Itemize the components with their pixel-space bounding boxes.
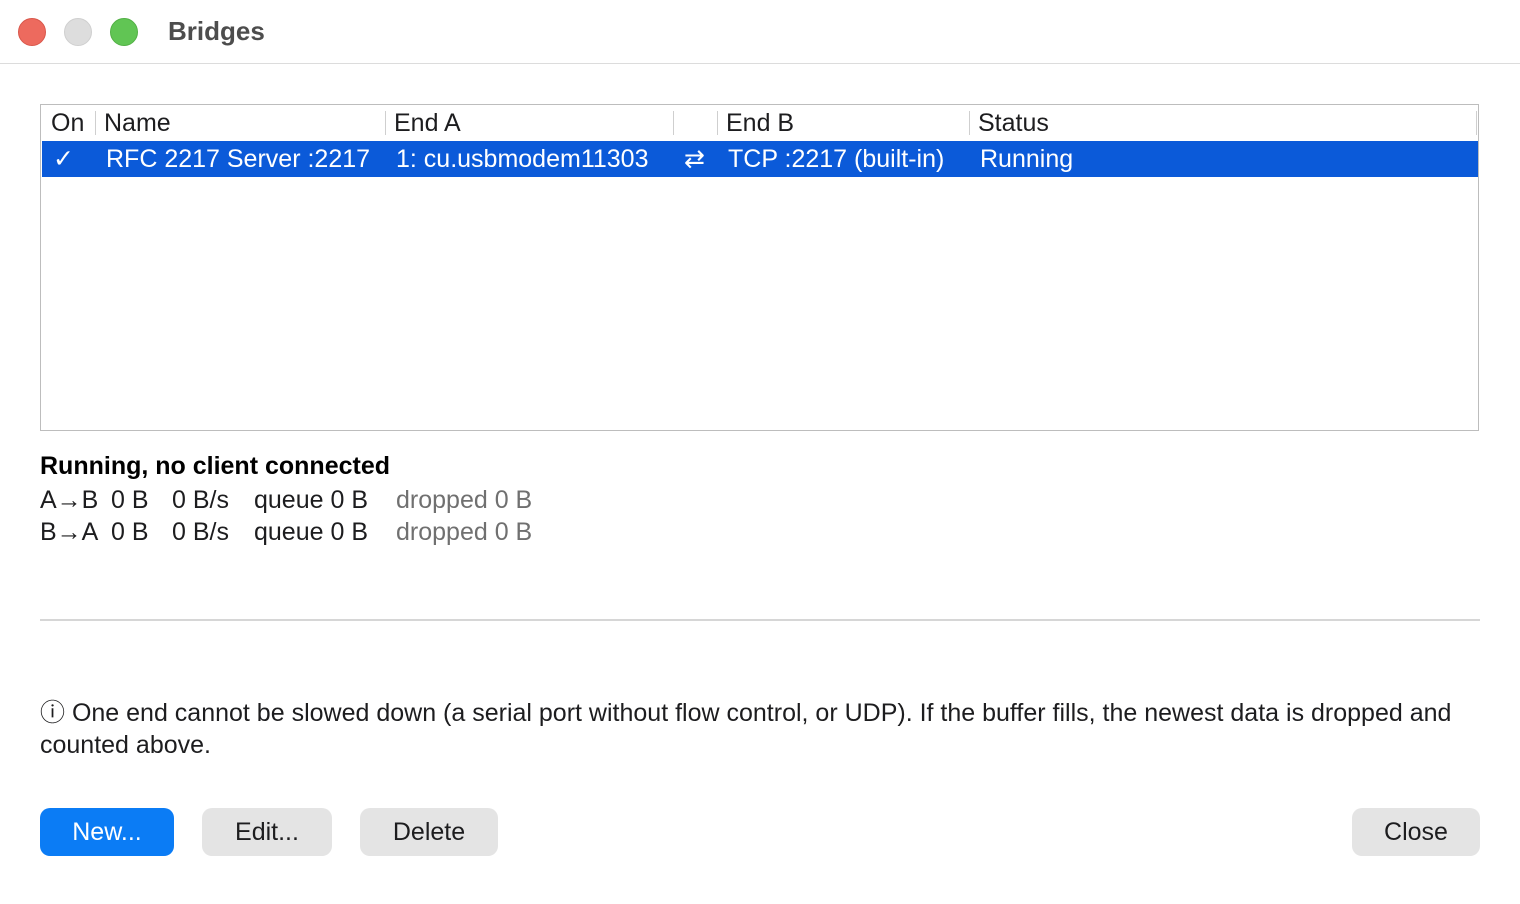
end-a-cell: 1: cu.usbmodem11303	[396, 145, 649, 173]
title-bar: Bridges	[0, 0, 1520, 64]
dropped-value: dropped 0 B	[396, 486, 533, 514]
bridges-window: Bridges On Name End A End B Status ✓ RFC…	[0, 0, 1520, 904]
status-cell: Running	[980, 145, 1074, 173]
zoom-window-button[interactable]	[110, 18, 138, 46]
info-note: ⓘ One end cannot be slowed down (a seria…	[40, 699, 1452, 759]
end-b-cell: TCP :2217 (built-in)	[728, 145, 945, 173]
column-header-on[interactable]: On	[51, 105, 84, 141]
rate-value: 0 B/s	[172, 518, 229, 546]
window-title: Bridges	[168, 16, 265, 46]
close-window-button[interactable]	[18, 18, 46, 46]
bridge-status-heading: Running, no client connected	[40, 452, 390, 480]
column-header-name[interactable]: Name	[104, 105, 171, 141]
delete-bridge-button[interactable]: Delete	[360, 808, 498, 856]
table-header: On Name End A End B Status	[41, 105, 1478, 141]
column-header-status[interactable]: Status	[978, 105, 1049, 141]
section-divider	[40, 619, 1480, 621]
queue-value: queue 0 B	[254, 486, 368, 514]
bridge-name-cell: RFC 2217 Server :2217	[106, 145, 371, 173]
bytes-value: 0 B	[111, 486, 149, 514]
column-separator[interactable]	[95, 111, 96, 135]
rate-value: 0 B/s	[172, 486, 229, 514]
dropped-value: dropped 0 B	[396, 518, 533, 546]
column-separator[interactable]	[673, 111, 674, 135]
bidirectional-arrows-icon: ⇄	[684, 145, 705, 173]
column-separator[interactable]	[717, 111, 718, 135]
enabled-checkmark-icon[interactable]: ✓	[53, 141, 74, 177]
minimize-window-button[interactable]	[64, 18, 92, 46]
bytes-value: 0 B	[111, 518, 149, 546]
bridges-table[interactable]: On Name End A End B Status ✓ RFC 2217 Se…	[40, 104, 1479, 431]
close-button[interactable]: Close	[1352, 808, 1480, 856]
column-header-end-b[interactable]: End B	[726, 105, 794, 141]
table-row[interactable]: ✓ RFC 2217 Server :2217 1: cu.usbmodem11…	[42, 141, 1478, 177]
queue-value: queue 0 B	[254, 518, 368, 546]
direction-label: B→A	[40, 518, 99, 546]
column-header-end-a[interactable]: End A	[394, 105, 461, 141]
direction-label: A→B	[40, 486, 99, 514]
column-separator[interactable]	[969, 111, 970, 135]
column-separator[interactable]	[1476, 111, 1477, 135]
edit-bridge-button[interactable]: Edit...	[202, 808, 332, 856]
column-separator[interactable]	[385, 111, 386, 135]
new-bridge-button[interactable]: New...	[40, 808, 174, 856]
